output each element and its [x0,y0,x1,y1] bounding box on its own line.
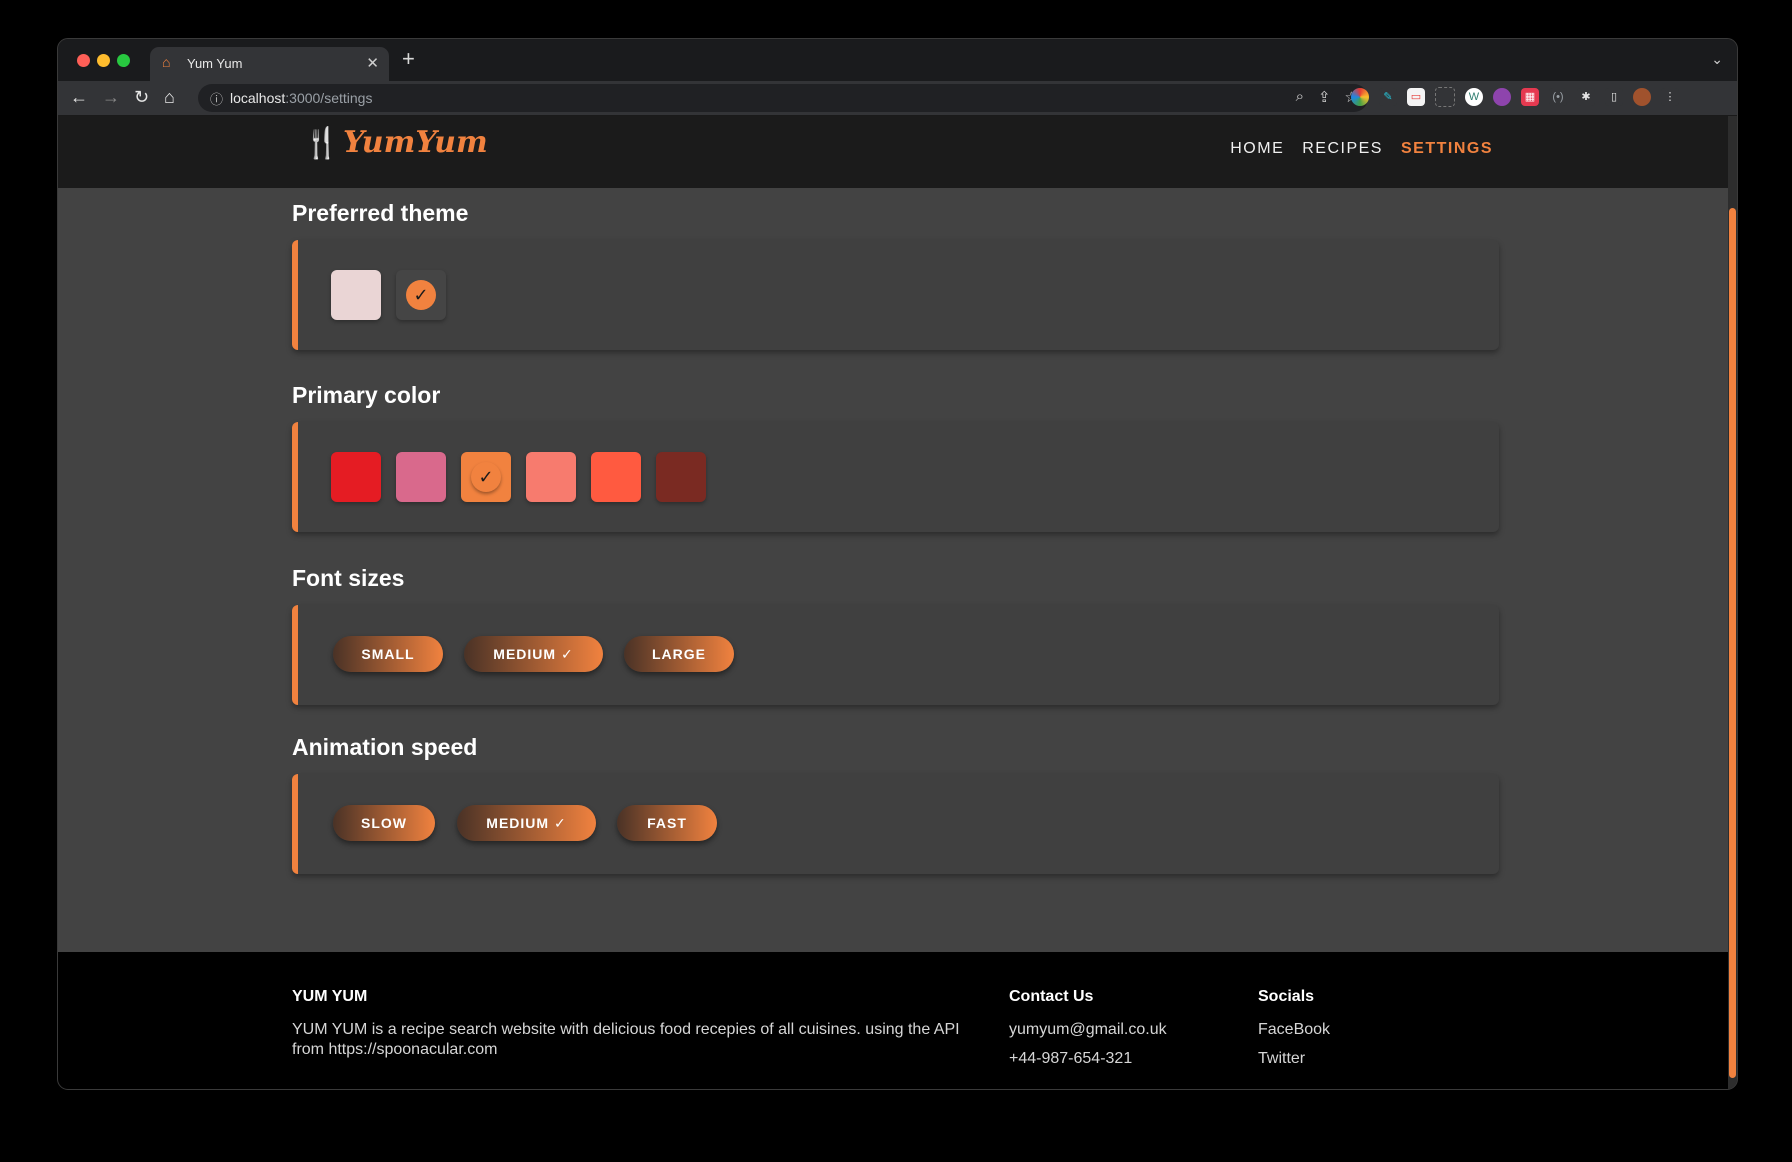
animation-medium-button[interactable]: MEDIUM ✓ [457,805,596,841]
color-picker-extension-icon[interactable] [1351,88,1369,106]
font-sizes-card: SMALL MEDIUM ✓ LARGE [292,605,1499,705]
tab-strip: ⌂ Yum Yum ✕ + ⌄ [58,39,1737,81]
animation-fast-button[interactable]: FAST [617,805,717,841]
url-host: localhost [230,90,286,106]
tab-search-chevron-icon[interactable]: ⌄ [1711,51,1723,68]
address-bar[interactable]: ⓘ localhost:3000/settings ⌕ ⇪ ☆ [198,84,1368,112]
home-icon[interactable]: ⌂ [164,86,175,108]
animation-speed-section-title: Animation speed [292,734,478,760]
reload-icon[interactable]: ↻ [134,86,149,108]
theme-section-title: Preferred theme [292,200,469,226]
forward-arrow-icon[interactable]: → [102,86,120,108]
color-swatch-salmon[interactable] [526,452,576,502]
minimize-window-button[interactable] [97,54,110,67]
back-arrow-icon[interactable]: ← [70,86,88,108]
primary-color-section-title: Primary color [292,382,441,408]
tab-title: Yum Yum [187,56,243,71]
footer-description: YUM YUM is a recipe search website with … [292,1021,960,1058]
screenshot-extension-icon[interactable] [1435,87,1455,107]
color-swatch-tomato[interactable] [591,452,641,502]
page-content: 🍴 YumYum HOME RECIPES SETTINGS Preferred… [58,116,1728,1089]
nav-recipes[interactable]: RECIPES [1302,140,1383,158]
theme-dark-swatch[interactable]: ✓ [396,270,446,320]
url-path: :3000/settings [285,90,373,106]
purple-extension-icon[interactable] [1493,88,1511,106]
browser-window: ⌂ Yum Yum ✕ + ⌄ ← → ↻ ⌂ ⓘ localhost:3000… [57,38,1738,1090]
sidebar-icon[interactable]: ▯ [1605,88,1623,106]
avatar[interactable] [1633,88,1651,106]
font-size-small-button[interactable]: SMALL [333,636,443,672]
close-window-button[interactable] [77,54,90,67]
color-swatch-red[interactable] [331,452,381,502]
browser-tab[interactable]: ⌂ Yum Yum ✕ [150,47,389,81]
footer-socials-title: Socials [1258,988,1315,1005]
puzzle-icon[interactable]: ✱ [1577,88,1595,106]
w-extension-icon[interactable]: W [1465,88,1483,106]
favicon-icon: ⌂ [162,54,171,70]
color-swatch-pink[interactable] [396,452,446,502]
font-sizes-section-title: Font sizes [292,565,405,591]
footer-contact-title: Contact Us [1009,988,1094,1005]
primary-color-card: ✓ [292,422,1499,532]
site-info-icon[interactable]: ⓘ [210,89,223,108]
nav-settings[interactable]: SETTINGS [1401,140,1493,158]
theme-light-swatch[interactable] [331,270,381,320]
animation-slow-button[interactable]: SLOW [333,805,435,841]
checkmark-icon: ✓ [471,462,501,492]
footer-email-link[interactable]: yumyum@gmail.co.uk [1009,1020,1167,1040]
site-footer: YUM YUM YUM YUM is a recipe search websi… [58,952,1728,1089]
color-swatch-maroon[interactable] [656,452,706,502]
share-icon[interactable]: ⇪ [1318,88,1331,106]
footer-brand-title: YUM YUM [292,988,368,1005]
theme-card: ✓ [292,240,1499,350]
red-extension-icon[interactable]: ▦ [1521,88,1539,106]
checkmark-icon: ✓ [406,280,436,310]
footer-facebook-link[interactable]: FaceBook [1258,1020,1330,1040]
scrollbar-thumb[interactable] [1729,208,1736,1078]
color-swatch-orange[interactable]: ✓ [461,452,511,502]
close-tab-icon[interactable]: ✕ [366,54,379,72]
zoom-icon[interactable]: ⌕ [1296,88,1304,106]
page-scrollbar[interactable] [1728,116,1737,1089]
fork-knife-icon: 🍴 [303,127,341,160]
nav-home[interactable]: HOME [1230,140,1284,158]
clipper-extension-icon[interactable]: ▭ [1407,88,1425,106]
main-nav: HOME RECIPES SETTINGS [1230,140,1493,158]
brackets-extension-icon[interactable]: (•) [1549,88,1567,106]
url-text: localhost:3000/settings [230,90,372,106]
maximize-window-button[interactable] [117,54,130,67]
new-tab-icon[interactable]: + [402,46,415,72]
extension-icon[interactable]: ✎ [1379,88,1397,106]
browser-toolbar: ← → ↻ ⌂ ⓘ localhost:3000/settings ⌕ ⇪ ☆ … [58,81,1737,116]
font-size-large-button[interactable]: LARGE [624,636,734,672]
site-logo[interactable]: YumYum [343,125,488,160]
footer-phone: +44-987-654-321 [1009,1050,1133,1067]
animation-speed-card: SLOW MEDIUM ✓ FAST [292,774,1499,874]
footer-twitter-link[interactable]: Twitter [1258,1049,1305,1069]
site-header: 🍴 YumYum HOME RECIPES SETTINGS [58,116,1728,188]
font-size-medium-button[interactable]: MEDIUM ✓ [464,636,603,672]
more-menu-icon[interactable]: ⋮ [1661,88,1679,106]
